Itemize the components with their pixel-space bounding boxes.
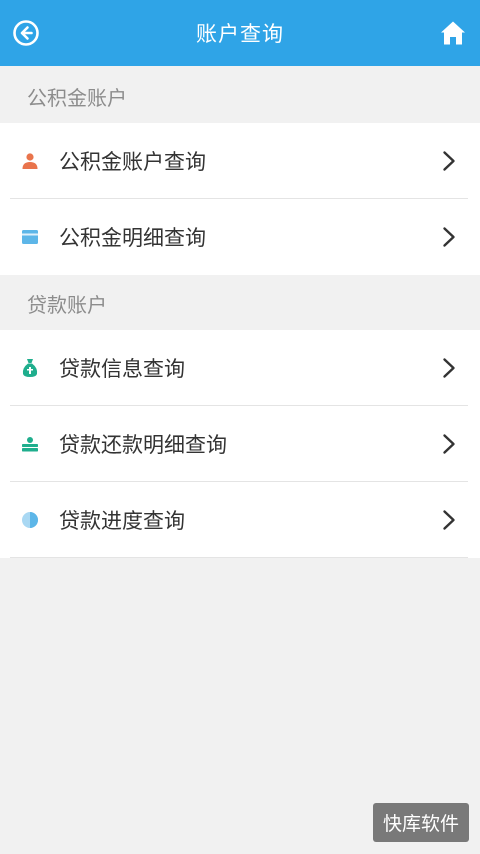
- pie-progress-icon: [20, 510, 40, 530]
- back-arrow-circle-icon[interactable]: [12, 19, 40, 47]
- chevron-right-icon: [443, 358, 455, 378]
- list-item-label: 贷款信息查询: [59, 357, 185, 381]
- list-item-loan-progress[interactable]: 贷款进度查询: [0, 482, 480, 558]
- list-item-label: 公积金账户查询: [59, 150, 206, 174]
- chevron-right-icon: [443, 227, 455, 247]
- person-icon: [20, 151, 40, 171]
- list-item-label: 贷款还款明细查询: [59, 433, 227, 457]
- cash-stack-icon: [20, 434, 40, 454]
- card-icon: [20, 227, 40, 247]
- divider: [10, 557, 468, 558]
- loan-group: 贷款信息查询 贷款还款明细查询 贷款进度查询: [0, 330, 480, 558]
- chevron-right-icon: [443, 510, 455, 530]
- list-item-label: 贷款进度查询: [59, 509, 185, 533]
- page-title: 账户查询: [196, 22, 284, 46]
- list-item-housing-fund-account[interactable]: 公积金账户查询: [0, 123, 480, 199]
- list-item-housing-fund-detail[interactable]: 公积金明细查询: [0, 199, 480, 275]
- section-label-loan: 贷款账户: [27, 293, 107, 317]
- list-item-label: 公积金明细查询: [59, 226, 206, 250]
- chevron-right-icon: [443, 434, 455, 454]
- home-icon[interactable]: [440, 20, 466, 46]
- housing-fund-group: 公积金账户查询 公积金明细查询: [0, 123, 480, 275]
- top-bar: 账户查询: [0, 0, 480, 66]
- list-item-loan-info[interactable]: 贷款信息查询: [0, 330, 480, 406]
- money-bag-icon: [20, 358, 40, 378]
- watermark: 快库软件: [372, 803, 469, 842]
- list-item-loan-repayment-detail[interactable]: 贷款还款明细查询: [0, 406, 480, 482]
- section-label-housing-fund: 公积金账户: [27, 86, 127, 110]
- chevron-right-icon: [443, 151, 455, 171]
